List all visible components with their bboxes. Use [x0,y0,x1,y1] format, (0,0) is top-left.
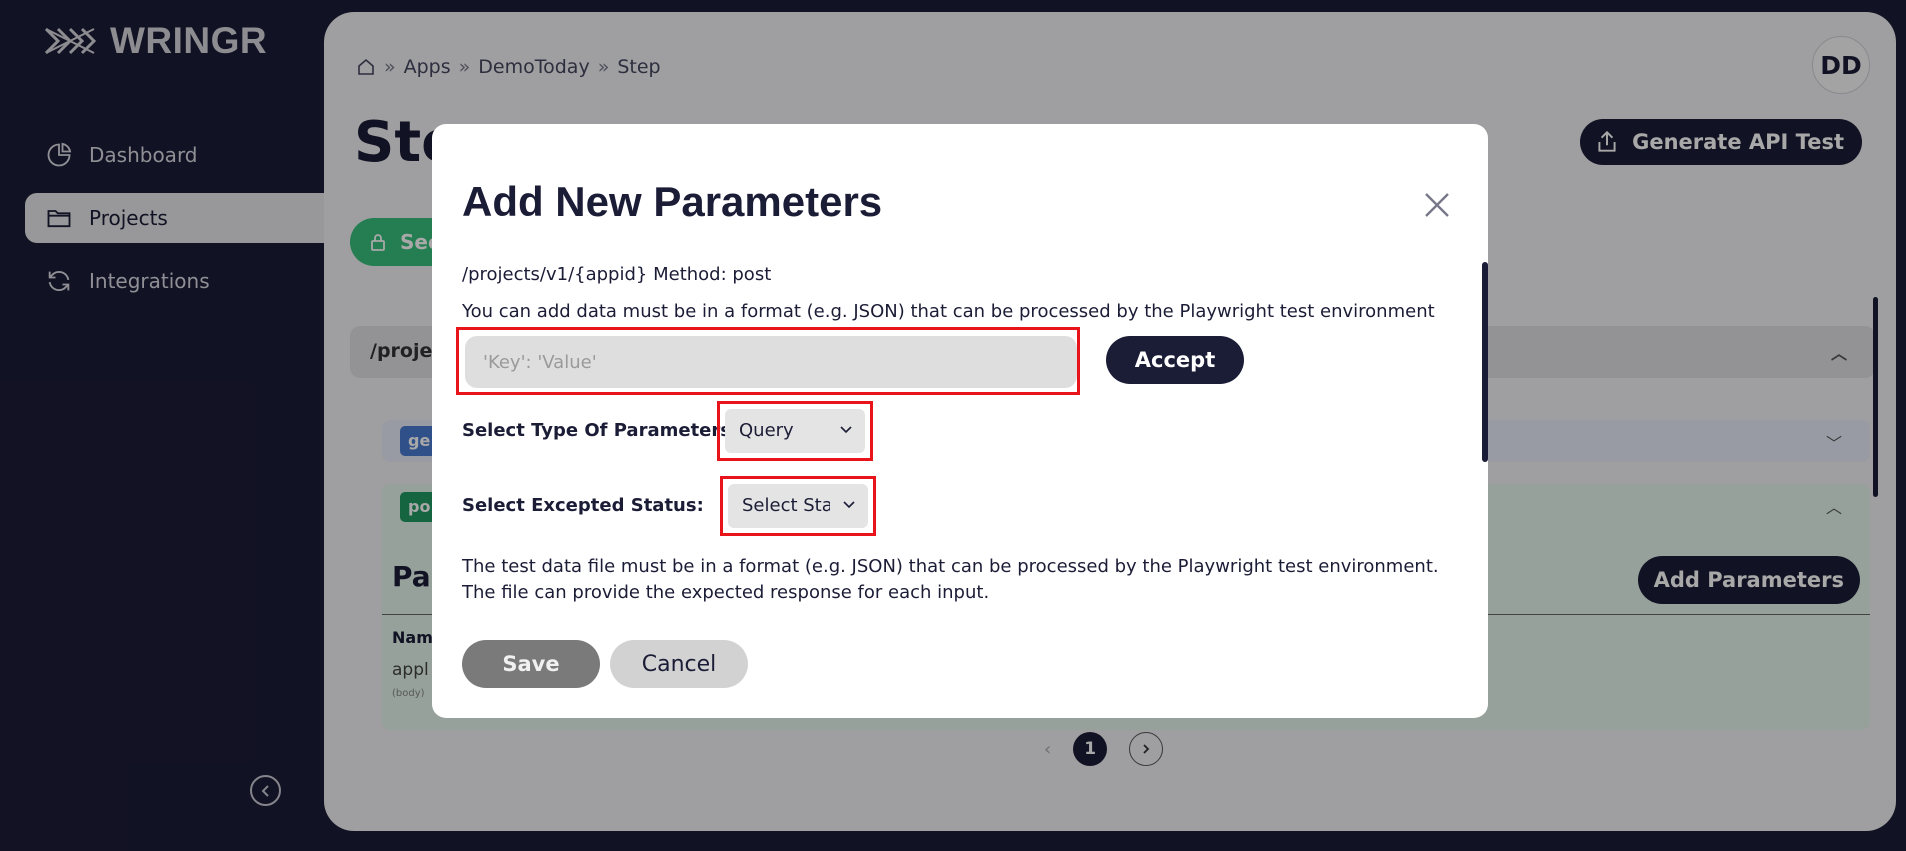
close-icon[interactable] [1422,190,1452,220]
key-value-highlight [456,327,1080,395]
expected-status-label: Select Excepted Status: [462,495,704,516]
expected-status-highlight: Select Sta [720,476,876,536]
parameter-type-highlight: Query [717,401,873,461]
expected-status-value: Select Sta [742,495,830,516]
modal-title: Add New Parameters [462,178,883,225]
save-button[interactable]: Save [462,640,600,688]
modal-scrollbar[interactable] [1482,262,1488,462]
test-data-note: The test data file must be in a format (… [462,556,1439,603]
expected-status-select[interactable]: Select Sta [728,484,868,528]
parameter-type-select[interactable]: Query [725,409,865,453]
add-parameters-modal: Add New Parameters /projects/v1/{appid} … [432,124,1488,718]
chevron-down-icon [840,426,852,434]
chevron-down-icon [843,501,855,509]
key-value-input[interactable] [465,336,1077,388]
format-hint: You can add data must be in a format (e.… [462,301,1435,322]
endpoint-method-text: /projects/v1/{appid} Method: post [462,264,772,285]
accept-button[interactable]: Accept [1106,336,1244,384]
parameter-type-value: Query [739,420,794,441]
cancel-button[interactable]: Cancel [610,640,748,688]
parameter-type-label: Select Type Of Parameters: [462,420,739,441]
